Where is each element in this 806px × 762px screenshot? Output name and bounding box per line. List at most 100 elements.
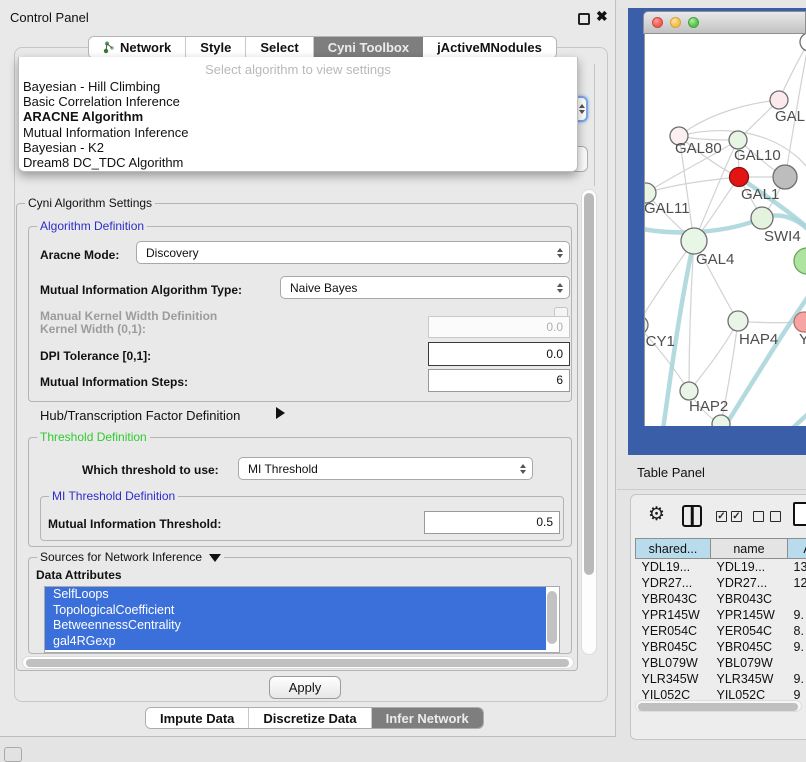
network-node-gcy1[interactable] xyxy=(645,316,648,334)
mi-threshold-field[interactable]: 0.5 xyxy=(424,511,560,534)
table-cell[interactable]: YPR145W xyxy=(636,607,711,623)
tab-infer-network[interactable]: Infer Network xyxy=(372,708,483,728)
float-window-icon[interactable] xyxy=(578,13,590,25)
unchecked-columns-icon[interactable] xyxy=(753,511,781,522)
dropdown-item[interactable]: Mutual Information Inference xyxy=(19,125,577,140)
column-header[interactable]: A xyxy=(788,539,806,559)
table-row[interactable]: YDL19...YDL19...13 xyxy=(636,559,806,575)
dpi-tolerance-field[interactable]: 0.0 xyxy=(428,342,570,366)
attribute-item[interactable]: SelfLoops xyxy=(45,587,546,603)
network-node-gal1[interactable] xyxy=(730,168,749,187)
network-graph[interactable]: GALGAL80GAL10GAL1GAL11SWI4GAL4GCY1HAP4YH… xyxy=(645,34,806,426)
table-cell[interactable]: 9. xyxy=(788,671,806,687)
table-cell[interactable]: YBR043C xyxy=(636,591,711,607)
table-cell[interactable]: 12 xyxy=(788,575,806,591)
network-edge-thick[interactable] xyxy=(724,288,806,426)
table-hscrollbar[interactable] xyxy=(635,700,802,712)
table-row[interactable]: YPR145WYPR145W9. xyxy=(636,607,806,623)
kernel-width-field[interactable]: 0.0 xyxy=(428,316,570,338)
collapse-arrow-icon[interactable] xyxy=(209,554,221,562)
table-cell[interactable]: YLR345W xyxy=(711,671,788,687)
table-cell[interactable]: YDL19... xyxy=(711,559,788,575)
table-row[interactable]: YLR345WYLR345W9. xyxy=(636,671,806,687)
zoom-traffic-icon[interactable] xyxy=(688,17,699,28)
table-cell[interactable]: YPR145W xyxy=(711,607,788,623)
document-icon[interactable] xyxy=(793,502,806,526)
tab-select[interactable]: Select xyxy=(246,37,313,58)
table-row[interactable]: YDR27...YDR27...12 xyxy=(636,575,806,591)
checked-columns-icon[interactable]: ✓✓ xyxy=(716,511,742,522)
table-cell[interactable]: YBR045C xyxy=(711,639,788,655)
network-edge[interactable] xyxy=(689,321,738,391)
table-cell[interactable]: 9. xyxy=(788,639,806,655)
control-panel: Control Panel ✖ NetworkStyleSelectCyni T… xyxy=(0,0,616,737)
table-row[interactable]: YBR043CYBR043C xyxy=(636,591,806,607)
dropdown-item[interactable]: ARACNE Algorithm xyxy=(19,109,577,124)
table-cell[interactable]: YBR045C xyxy=(636,639,711,655)
table-row[interactable]: YBR045CYBR045C9. xyxy=(636,639,806,655)
tab-impute-data[interactable]: Impute Data xyxy=(146,708,249,728)
table-cell[interactable]: YBL079W xyxy=(711,655,788,671)
hscrollbar-thumb[interactable] xyxy=(26,659,569,667)
gear-icon[interactable]: ⚙ xyxy=(648,503,665,526)
network-node-gal[interactable] xyxy=(770,91,788,109)
table-cell[interactable]: YER054C xyxy=(636,623,711,639)
table-cell[interactable]: YLR345W xyxy=(636,671,711,687)
table-cell[interactable]: YDR27... xyxy=(636,575,711,591)
dropdown-item[interactable]: Bayesian - Hill Climbing xyxy=(19,79,577,94)
network-node[interactable] xyxy=(712,415,730,426)
table-cell[interactable]: YBL079W xyxy=(636,655,711,671)
dropdown-item[interactable]: Dream8 DC_TDC Algorithm xyxy=(19,155,577,170)
list-scrollbar-thumb[interactable] xyxy=(547,591,557,644)
table-cell[interactable] xyxy=(788,591,806,607)
tab-cyni-toolbox[interactable]: Cyni Toolbox xyxy=(314,37,423,58)
dropdown-item[interactable]: Bayesian - K2 xyxy=(19,140,577,155)
mi-steps-field[interactable]: 6 xyxy=(428,369,570,392)
which-threshold-select[interactable]: MI Threshold xyxy=(238,457,533,480)
column-header[interactable]: name xyxy=(711,539,788,559)
columns-icon[interactable] xyxy=(682,505,702,527)
settings-vscrollbar[interactable] xyxy=(581,189,597,655)
minimize-traffic-icon[interactable] xyxy=(670,17,681,28)
table-cell[interactable] xyxy=(788,655,806,671)
aracne-mode-select[interactable]: Discovery xyxy=(136,241,570,264)
table-hscrollbar-thumb[interactable] xyxy=(638,703,798,711)
table-cell[interactable]: 8. xyxy=(788,623,806,639)
dropdown-item[interactable]: Basic Correlation Inference xyxy=(19,94,577,109)
attribute-item[interactable]: gal4RGexp xyxy=(45,634,546,650)
network-node[interactable] xyxy=(794,248,806,274)
attribute-item[interactable]: TopologicalCoefficient xyxy=(45,603,546,619)
network-node[interactable] xyxy=(773,165,797,189)
network-edge-thick[interactable] xyxy=(769,406,806,426)
network-node-hap4[interactable] xyxy=(728,311,748,331)
network-edge[interactable] xyxy=(645,193,646,408)
table-cell[interactable]: YDR27... xyxy=(711,575,788,591)
network-view[interactable]: GALGAL80GAL10GAL1GAL11SWI4GAL4GCY1HAP4YH… xyxy=(644,34,806,426)
table-cell[interactable]: YER054C xyxy=(711,623,788,639)
column-header[interactable]: shared... xyxy=(636,539,711,559)
table-row[interactable]: YER054CYER054C8. xyxy=(636,623,806,639)
mi-type-select[interactable]: Naive Bayes xyxy=(280,276,570,299)
minimized-panel-button[interactable] xyxy=(4,747,22,762)
table-cell[interactable]: 9. xyxy=(788,607,806,623)
settings-hscrollbar[interactable] xyxy=(22,656,574,669)
close-icon[interactable]: ✖ xyxy=(596,8,608,25)
tab-jactivemnodules[interactable]: jActiveMNodules xyxy=(423,37,556,58)
close-traffic-icon[interactable] xyxy=(652,17,663,28)
vscrollbar-thumb[interactable] xyxy=(584,193,594,575)
apply-button[interactable]: Apply xyxy=(269,676,341,699)
tab-network[interactable]: Network xyxy=(89,37,186,58)
table-cell[interactable]: YDL19... xyxy=(636,559,711,575)
table-cell[interactable]: YBR043C xyxy=(711,591,788,607)
network-node-swi4[interactable] xyxy=(751,207,773,229)
data-attributes-list[interactable]: SelfLoopsTopologicalCoefficientBetweenne… xyxy=(44,586,560,653)
table-cell[interactable]: 13 xyxy=(788,559,806,575)
tab-style[interactable]: Style xyxy=(186,37,246,58)
expand-arrow-icon[interactable] xyxy=(276,407,285,419)
attribute-item[interactable]: BetweennessCentrality xyxy=(45,618,546,634)
table-row[interactable]: YBL079WYBL079W xyxy=(636,655,806,671)
tab-discretize-data[interactable]: Discretize Data xyxy=(249,708,371,728)
network-node[interactable] xyxy=(800,34,806,51)
network-window-titlebar[interactable] xyxy=(643,11,806,34)
node-table[interactable]: shared...nameA YDL19...YDL19...13YDR27..… xyxy=(635,538,806,703)
